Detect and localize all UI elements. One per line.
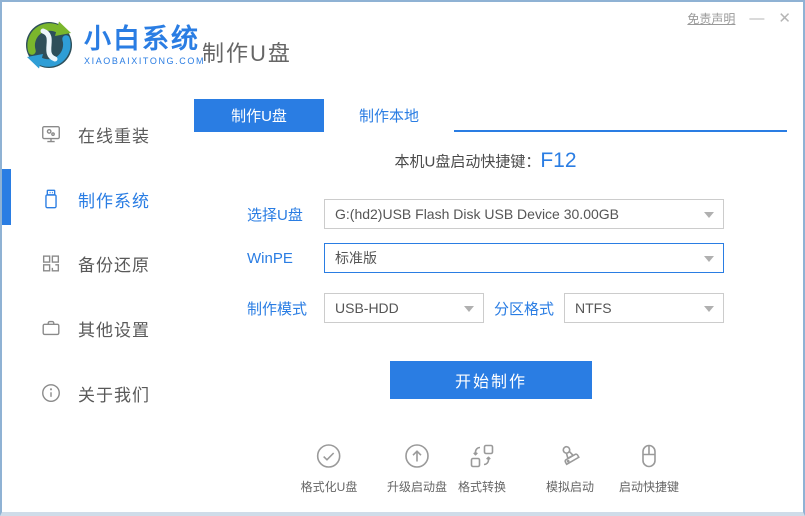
logo-text: 小白系统 XIAOBAIXITONG.COM <box>84 24 205 66</box>
usb-select-dropdown[interactable]: G:(hd2)USB Flash Disk USB Device 30.00GB <box>324 199 724 229</box>
usb-select-label: 选择U盘 <box>247 204 324 225</box>
grid-icon <box>40 252 62 274</box>
winpe-label: WinPE <box>247 250 324 267</box>
tab-make-local[interactable]: 制作本地 <box>324 99 454 132</box>
partition-value: NTFS <box>575 300 612 316</box>
info-icon <box>40 382 62 404</box>
tab-make-usb[interactable]: 制作U盘 <box>194 99 324 132</box>
chevron-down-icon <box>704 212 714 218</box>
mode-label: 制作模式 <box>247 298 324 319</box>
sidebar-item-label: 其他设置 <box>78 316 150 341</box>
chevron-down-icon <box>704 306 714 312</box>
start-make-button[interactable]: 开始制作 <box>390 361 592 399</box>
mode-partition-row: 制作模式 USB-HDD 分区格式 NTFS <box>247 293 724 323</box>
winpe-dropdown[interactable]: 标准版 <box>324 243 724 273</box>
window-controls: 免责声明 — ✕ <box>687 10 791 27</box>
brand-name: 小白系统 <box>84 24 205 54</box>
sidebar-item-label: 关于我们 <box>78 381 150 406</box>
sidebar-item-label: 制作系统 <box>78 187 150 212</box>
sidebar: 在线重装 制作系统 备份还原 <box>2 99 192 512</box>
brand-domain: XIAOBAIXITONG.COM <box>84 56 205 66</box>
main-content: 制作U盘 制作本地 本机U盘启动快捷键：F12 选择U盘 G:(hd2)USB … <box>192 99 801 512</box>
tool-format-convert[interactable]: 格式转换 <box>458 442 506 495</box>
tool-label: 启动快捷键 <box>619 478 679 495</box>
usb-drive-icon <box>40 188 62 210</box>
page-title: 制作U盘 <box>202 36 292 68</box>
winpe-row: WinPE 标准版 <box>247 243 724 273</box>
app-logo: 小白系统 XIAOBAIXITONG.COM <box>22 18 205 72</box>
header: 小白系统 XIAOBAIXITONG.COM 制作U盘 免责声明 — ✕ <box>2 2 803 99</box>
close-button[interactable]: ✕ <box>778 11 791 27</box>
minimize-button[interactable]: — <box>749 11 764 27</box>
sidebar-item-label: 备份还原 <box>78 251 150 276</box>
check-circle-icon <box>315 442 343 470</box>
boot-hotkey-line: 本机U盘启动快捷键：F12 <box>247 149 724 173</box>
partition-dropdown[interactable]: NTFS <box>564 293 724 323</box>
tool-boot-hotkey[interactable]: 启动快捷键 <box>619 442 679 495</box>
chevron-down-icon <box>704 256 714 262</box>
winpe-value: 标准版 <box>335 248 377 268</box>
tool-simulate-boot[interactable]: 模拟启动 <box>546 442 594 495</box>
tool-label: 升级启动盘 <box>387 478 447 495</box>
arrow-up-circle-icon <box>403 442 431 470</box>
tool-upgrade-boot-disk[interactable]: 升级启动盘 <box>387 442 447 495</box>
monitor-icon <box>40 123 62 145</box>
boot-hotkey-label: 本机U盘启动快捷键： <box>394 154 540 171</box>
partition-label: 分区格式 <box>494 298 564 319</box>
tool-label: 格式化U盘 <box>301 478 358 495</box>
sidebar-item-label: 在线重装 <box>78 122 150 147</box>
sidebar-item-backup-restore[interactable]: 备份还原 <box>2 248 192 278</box>
app-window: 小白系统 XIAOBAIXITONG.COM 制作U盘 免责声明 — ✕ 在线重… <box>0 0 805 516</box>
sidebar-item-online-reinstall[interactable]: 在线重装 <box>2 119 192 149</box>
tool-label: 模拟启动 <box>546 478 594 495</box>
usb-select-value: G:(hd2)USB Flash Disk USB Device 30.00GB <box>335 206 619 222</box>
mode-dropdown[interactable]: USB-HDD <box>324 293 484 323</box>
briefcase-icon <box>40 317 62 339</box>
tool-label: 格式转换 <box>458 478 506 495</box>
app-logo-icon <box>22 18 76 72</box>
sidebar-item-make-system[interactable]: 制作系统 <box>2 184 192 214</box>
tab-bar: 制作U盘 制作本地 <box>194 99 787 132</box>
mode-value: USB-HDD <box>335 300 399 316</box>
sidebar-item-other-settings[interactable]: 其他设置 <box>2 313 192 343</box>
boot-hotkey-value: F12 <box>540 149 576 172</box>
convert-icon <box>468 442 496 470</box>
disclaimer-link[interactable]: 免责声明 <box>687 10 735 27</box>
sidebar-item-about-us[interactable]: 关于我们 <box>2 378 192 408</box>
mouse-icon <box>635 442 663 470</box>
chevron-down-icon <box>464 306 474 312</box>
stamp-icon <box>556 442 584 470</box>
tool-format-usb[interactable]: 格式化U盘 <box>301 442 358 495</box>
usb-select-row: 选择U盘 G:(hd2)USB Flash Disk USB Device 30… <box>247 199 724 229</box>
